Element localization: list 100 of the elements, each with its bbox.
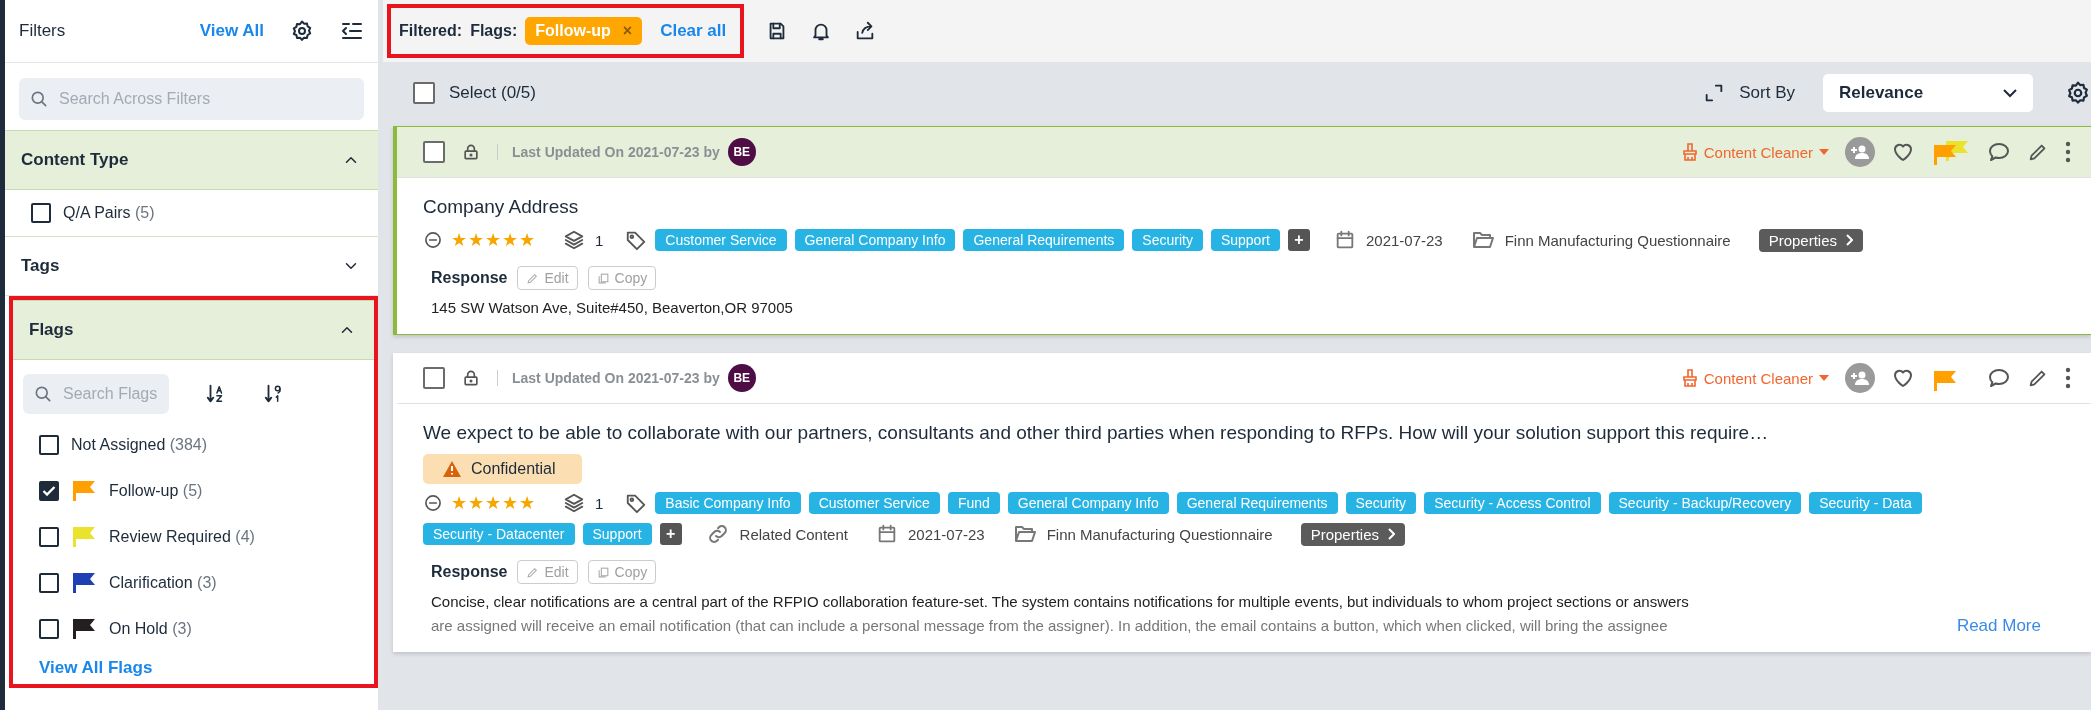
comment-icon[interactable] — [1987, 140, 2011, 164]
date-text: 2021-07-23 — [907, 525, 985, 543]
tag-chip[interactable]: Security - Backup/Recovery — [1608, 492, 1802, 514]
pencil-icon — [526, 271, 540, 285]
more-icon[interactable] — [2065, 141, 2071, 163]
checkbox[interactable] — [31, 203, 51, 223]
sort-label: Sort By — [1739, 83, 1795, 103]
response-text: are assigned will receive an email notification (that can include a personal message from the assigner). In addition, the email contains a button, which when clicked, will bring the assignee — [431, 616, 1669, 636]
view-all-flags-link[interactable]: View All Flags — [13, 652, 374, 684]
confidential-badge: Confidential — [423, 454, 582, 484]
tag-chip[interactable]: Support — [1210, 229, 1280, 251]
tag-chip[interactable]: General Company Info — [1007, 492, 1169, 514]
star-icon: ★ — [451, 494, 467, 512]
comment-icon[interactable] — [1987, 366, 2011, 390]
option-label[interactable]: Follow-up (5) — [109, 482, 203, 500]
search-field[interactable]: Search Across Filters — [19, 78, 364, 120]
star-icon: ★ — [451, 231, 467, 249]
card-title[interactable]: We expect to be able to collaborate with our partners, consultants and other third parties when responding to RFPs. How will your solution support this require… — [423, 422, 2071, 444]
tag-chip[interactable]: Fund — [947, 492, 1000, 514]
tag-chip[interactable]: General Requirements — [1176, 492, 1338, 514]
card-title[interactable]: Company Address — [423, 196, 2071, 218]
project-name[interactable]: Finn Manufacturing Questionnaire — [1046, 525, 1273, 543]
checkbox[interactable] — [39, 527, 59, 547]
clear-all-link[interactable]: Clear all — [660, 21, 727, 41]
option-label[interactable]: Review Required (4) — [109, 528, 255, 546]
layers-icon[interactable] — [563, 229, 585, 251]
checkbox[interactable] — [39, 573, 59, 593]
section-header[interactable]: Content Type — [5, 130, 378, 190]
star-icon: ★ — [485, 494, 501, 512]
section-header[interactable]: Tags — [5, 236, 378, 296]
copy-icon — [596, 565, 610, 579]
checkbox[interactable] — [423, 141, 445, 163]
copy-button[interactable]: Copy — [587, 560, 657, 584]
tag-chip[interactable]: Security - Access Control — [1424, 492, 1601, 514]
caret-icon — [1819, 149, 1829, 155]
properties-button[interactable]: Properties — [1300, 522, 1406, 546]
settings-icon[interactable] — [2065, 80, 2091, 106]
edit-button[interactable]: Edit — [517, 560, 578, 584]
star-icon: ★ — [519, 231, 535, 249]
tag-chip[interactable]: Customer Service — [808, 492, 940, 514]
remove-filter-button[interactable]: × — [622, 22, 633, 40]
read-more-link[interactable]: Read More — [1956, 616, 2041, 636]
tag-chip[interactable]: General Company Info — [794, 229, 956, 251]
user-avatar: BE — [727, 364, 756, 392]
filters-title: Filters — [19, 21, 67, 41]
select-all-checkbox[interactable] — [413, 82, 435, 104]
sort-dropdown[interactable]: Relevance — [1823, 74, 2033, 112]
tag-chip[interactable]: Support — [582, 523, 652, 545]
option-label[interactable]: Clarification (3) — [109, 574, 217, 592]
checkbox[interactable] — [39, 481, 59, 501]
search-icon[interactable] — [33, 384, 53, 404]
lock-icon[interactable] — [461, 142, 481, 162]
add-user-icon[interactable] — [1845, 137, 1875, 167]
section-header[interactable]: Flags — [13, 300, 374, 360]
tag-chip[interactable]: Security - Datacenter — [423, 523, 575, 545]
tag-icon[interactable] — [625, 229, 648, 251]
tag-chip[interactable]: Security — [1345, 492, 1417, 514]
chevron-icon — [1387, 528, 1396, 540]
view-all-link[interactable]: View All — [199, 21, 264, 41]
minus-circle-icon[interactable] — [423, 493, 443, 513]
response-label: Response — [431, 563, 508, 581]
filter-chip[interactable]: Follow-up × — [525, 17, 643, 45]
settings-icon[interactable] — [290, 19, 314, 43]
chevron-icon — [1845, 234, 1854, 246]
edit-button[interactable]: Edit — [517, 266, 578, 290]
project-name[interactable]: Finn Manufacturing Questionnaire — [1504, 231, 1731, 249]
copy-button[interactable]: Copy — [587, 266, 657, 290]
owner-dropdown[interactable]: Content Cleaner — [1681, 369, 1829, 387]
lock-icon[interactable] — [461, 368, 481, 388]
filtered-label: Filtered: — [399, 22, 463, 40]
last-updated-text: Last Updated On 2021-07-23 by — [497, 144, 720, 160]
option-label[interactable]: Q/A Pairs (5) — [63, 204, 155, 222]
layers-icon[interactable] — [563, 492, 585, 514]
tag-chip[interactable]: Basic Company Info — [655, 492, 801, 514]
add-tag-button[interactable]: + — [1287, 229, 1310, 251]
properties-button[interactable]: Properties — [1758, 228, 1864, 252]
minus-circle-icon[interactable] — [423, 230, 443, 250]
option-label[interactable]: On Hold (3) — [109, 620, 192, 638]
search-icon[interactable] — [29, 89, 49, 109]
add-user-icon[interactable] — [1845, 363, 1875, 393]
star-icon: ★ — [502, 494, 518, 512]
owner-dropdown[interactable]: Content Cleaner — [1681, 143, 1829, 161]
star-icon: ★ — [485, 231, 501, 249]
star-icon: ★ — [502, 231, 518, 249]
tag-chip[interactable]: Security - Data — [1809, 492, 1922, 514]
search-field[interactable]: Search Flags — [23, 374, 169, 414]
tag-chip[interactable]: General Requirements — [963, 229, 1125, 251]
broom-icon — [1681, 143, 1698, 161]
more-icon[interactable] — [2065, 367, 2071, 389]
response-text: 145 SW Watson Ave, Suite#450, Beaverton,OR 97005 — [431, 298, 794, 318]
option-label[interactable]: Not Assigned (384) — [71, 436, 208, 454]
checkbox[interactable] — [39, 435, 59, 455]
related-content-link[interactable]: Related Content — [739, 525, 848, 543]
copy-icon — [596, 271, 610, 285]
add-tag-button[interactable]: + — [659, 523, 682, 545]
tag-chip[interactable]: Customer Service — [655, 229, 787, 251]
tag-icon[interactable] — [625, 492, 648, 514]
tag-chip[interactable]: Security — [1132, 229, 1203, 251]
checkbox[interactable] — [423, 367, 445, 389]
checkbox[interactable] — [39, 619, 59, 639]
